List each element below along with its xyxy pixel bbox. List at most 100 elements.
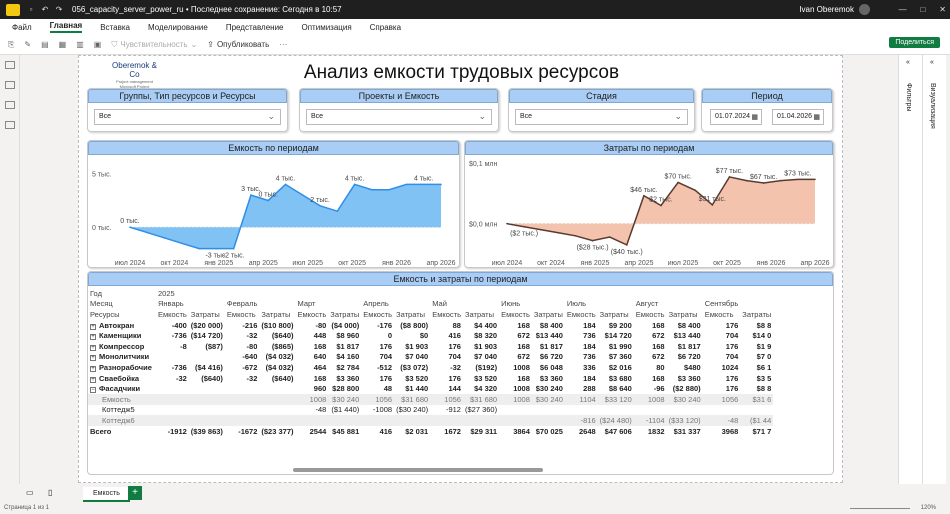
zoom-slider[interactable] <box>850 508 910 509</box>
share-button[interactable]: Поделиться <box>889 37 940 48</box>
slicer-stage[interactable]: Стадия Все ⌄ <box>508 88 695 132</box>
save-icon[interactable]: ▫ <box>24 5 38 14</box>
data-point[interactable] <box>814 178 816 181</box>
publish-button[interactable]: ⇪ Опубликовать <box>207 40 269 49</box>
data-point[interactable] <box>557 231 560 234</box>
data-point[interactable] <box>711 204 714 206</box>
visualizations-pane-collapsed[interactable]: « Визуализация <box>922 55 946 484</box>
slicer-projects[interactable]: Проекты и Емкость Все ⌄ <box>299 88 499 132</box>
data-point[interactable] <box>146 231 149 234</box>
maximize-icon[interactable]: □ <box>920 5 925 14</box>
tab-capacity[interactable]: Емкость <box>83 487 130 502</box>
data-point[interactable] <box>267 199 270 202</box>
close-icon[interactable]: ✕ <box>939 5 946 14</box>
model-view-icon[interactable] <box>5 101 15 109</box>
data-point[interactable] <box>129 226 131 229</box>
expand-icon[interactable]: + <box>90 323 96 330</box>
expand-icon[interactable]: « <box>906 59 910 66</box>
menu-tab-4[interactable]: Представление <box>226 23 284 32</box>
data-point[interactable] <box>797 178 799 181</box>
user-account[interactable]: Ivan Oberemok <box>799 4 870 15</box>
data-point[interactable] <box>388 188 390 191</box>
data-point[interactable] <box>506 222 508 225</box>
expand-icon[interactable]: + <box>90 365 96 372</box>
data-point[interactable] <box>540 228 543 231</box>
slicer-dropdown[interactable]: Все ⌄ <box>515 109 688 125</box>
table-view-icon[interactable] <box>5 81 15 89</box>
collapse-icon[interactable]: − <box>90 387 96 394</box>
menu-tab-0[interactable]: Файл <box>12 23 32 32</box>
data-point[interactable] <box>371 188 373 191</box>
expand-icon[interactable]: + <box>90 334 96 341</box>
horizontal-scrollbar[interactable] <box>293 468 543 472</box>
undo-icon[interactable]: ↶ <box>38 5 52 14</box>
capacity-cost-matrix[interactable]: Год 2025 Месяц Январь Февраль Март Апрель Май Ию… <box>88 288 774 436</box>
expand-icon[interactable]: « <box>930 59 934 66</box>
new-visual-icon[interactable]: ▥ <box>76 40 84 49</box>
data-point[interactable] <box>215 247 218 250</box>
redo-icon[interactable]: ↷ <box>52 5 66 14</box>
mobile-layout-icon[interactable]: ▯ <box>48 488 52 497</box>
more-button[interactable]: ··· <box>279 40 287 49</box>
data-point[interactable] <box>250 194 252 196</box>
minimize-icon[interactable]: — <box>898 5 906 14</box>
data-point[interactable] <box>163 237 166 239</box>
matrix-panel[interactable]: Емкость и затраты по периодам Год 2025 Мес… <box>87 271 834 475</box>
data-point[interactable] <box>608 236 611 238</box>
data-point[interactable] <box>319 205 321 207</box>
desktop-layout-icon[interactable]: ▭ <box>26 488 34 497</box>
menu-tab-1[interactable]: Главная <box>49 21 83 33</box>
data-point[interactable] <box>523 225 525 228</box>
expand-icon[interactable]: + <box>90 344 96 351</box>
data-point[interactable] <box>728 176 731 178</box>
capacity-chart-panel[interactable]: Емкость по периодам 5 тыс. 0 тыс. июл 2024… <box>87 140 460 268</box>
data-point[interactable] <box>301 194 304 196</box>
slicer-dropdown[interactable]: Все ⌄ <box>94 109 281 125</box>
dax-query-icon[interactable] <box>5 121 15 129</box>
expand-icon[interactable]: + <box>90 376 96 383</box>
data-point[interactable] <box>232 247 235 250</box>
excel-icon[interactable]: ▦ <box>59 40 67 49</box>
data-point[interactable] <box>353 183 356 186</box>
data-point[interactable] <box>779 179 782 182</box>
data-point[interactable] <box>694 189 697 192</box>
slicer-groups[interactable]: Группы, Тип ресурсов и Ресурсы Все ⌄ <box>87 88 288 132</box>
data-point[interactable] <box>440 183 442 186</box>
report-view-icon[interactable] <box>5 61 15 69</box>
capacity-area-chart[interactable]: 5 тыс. 0 тыс. июл 2024 окт 2024 янв 2025 апр … <box>88 155 461 268</box>
paste-icon[interactable]: ⎘ <box>8 40 14 50</box>
date-to-input[interactable]: 01.04.2026 ▦ <box>772 109 824 125</box>
add-page-button[interactable]: + <box>128 486 142 500</box>
data-point[interactable] <box>422 183 425 186</box>
data-point[interactable] <box>405 183 408 186</box>
data-point[interactable] <box>660 204 662 207</box>
data-point[interactable] <box>591 239 594 242</box>
expand-icon[interactable]: + <box>90 355 96 362</box>
filters-pane-collapsed[interactable]: « Фильтры <box>898 55 922 484</box>
data-point[interactable] <box>677 181 679 184</box>
data-point[interactable] <box>198 247 200 250</box>
data-point[interactable] <box>643 194 645 197</box>
data-point[interactable] <box>574 235 577 237</box>
data-point[interactable] <box>745 179 748 182</box>
data-point[interactable] <box>336 210 339 212</box>
data-point[interactable] <box>284 183 287 186</box>
slicer-period[interactable]: Период 01.07.2024 ▦ 01.04.2026 ▦ <box>701 88 833 132</box>
calendar-icon[interactable]: ▦ <box>813 113 820 121</box>
data-point[interactable] <box>181 242 183 245</box>
cost-chart-panel[interactable]: Затраты по периодам $0,1 млн $0,0 млн июл … <box>464 140 834 268</box>
data-point[interactable] <box>625 244 628 246</box>
menu-tab-2[interactable]: Вставка <box>100 23 130 32</box>
calculator-icon[interactable]: ▣ <box>94 40 102 49</box>
data-point[interactable] <box>762 182 765 184</box>
format-painter-icon[interactable]: ✎ <box>24 40 31 49</box>
menu-tab-5[interactable]: Оптимизация <box>302 23 352 32</box>
cost-area-chart[interactable]: $0,1 млн $0,0 млн июл 2024 окт 2024 янв 2025… <box>465 155 835 268</box>
calendar-icon[interactable]: ▦ <box>751 113 758 121</box>
menu-tab-6[interactable]: Справка <box>370 23 401 32</box>
slicer-dropdown[interactable]: Все ⌄ <box>306 109 492 125</box>
get-data-icon[interactable]: ▤ <box>41 40 49 49</box>
sensitivity-button[interactable]: ⛉ Чувствительность ⌄ <box>111 40 197 50</box>
menu-tab-3[interactable]: Моделирование <box>148 23 208 32</box>
date-from-input[interactable]: 01.07.2024 ▦ <box>710 109 762 125</box>
